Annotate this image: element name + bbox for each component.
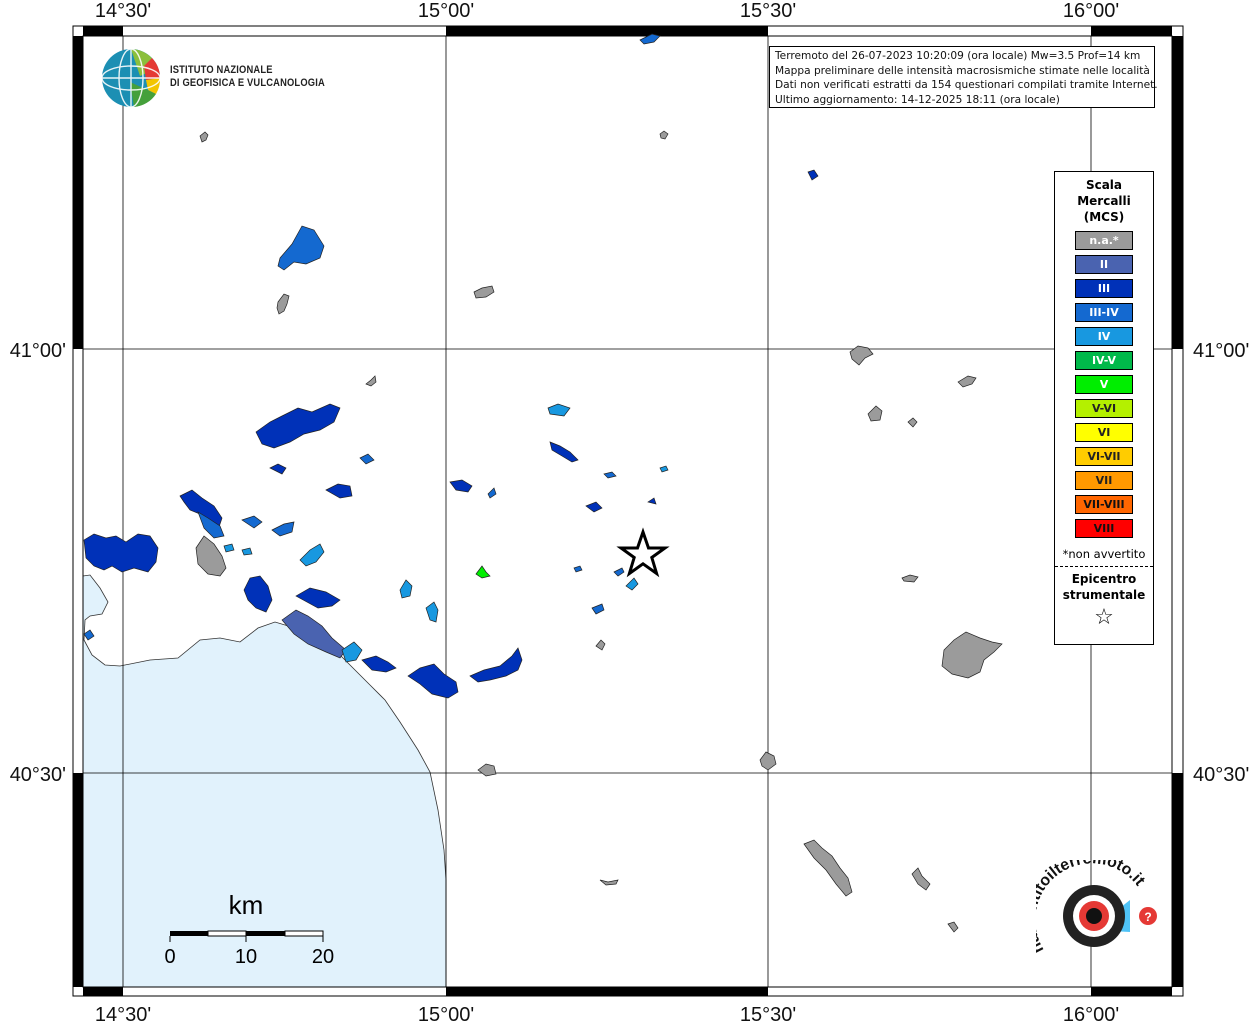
legend-item: n.a.*: [1075, 231, 1133, 250]
right-label-2: 40°30': [1193, 764, 1249, 786]
legend-item: III: [1075, 279, 1133, 298]
top-label-3: 15°30': [740, 0, 796, 22]
legend-note: *non avvertito: [1062, 547, 1146, 561]
star-icon: ☆: [1094, 605, 1114, 630]
scale-tick-0: 0: [164, 946, 175, 968]
top-label-4: 16°00': [1063, 0, 1119, 22]
legend-item: IV: [1075, 327, 1133, 346]
bottom-label-1: 14°30': [95, 1004, 151, 1024]
ingv-logo-text: ISTITUTO NAZIONALE DI GEOFISICA E VULCAN…: [170, 64, 325, 90]
legend-item: VII: [1075, 471, 1133, 490]
top-label-1: 14°30': [95, 0, 151, 22]
scale-tick-20: 20: [312, 946, 334, 968]
right-label-1: 41°00': [1193, 340, 1249, 362]
svg-text:?: ?: [1144, 910, 1151, 924]
legend-item: VII-VIII: [1075, 495, 1133, 514]
scale-tick-10: 10: [235, 946, 257, 968]
legend-item: III-IV: [1075, 303, 1133, 322]
ingv-logo-line-1: ISTITUTO NAZIONALE: [170, 64, 273, 76]
intensity-legend: Scala Mercalli (MCS) n.a.* II III III-IV IV I…: [1054, 171, 1154, 645]
legend-item: II: [1075, 255, 1133, 274]
bottom-label-2: 15°00': [418, 1004, 474, 1024]
ingv-logo-line-2: DI GEOFISICA E VULCANOLOGIA: [170, 77, 325, 89]
scale-unit: km: [229, 890, 264, 920]
legend-items: n.a.* II III III-IV IV IV-V V V-VI VI VI-VII VII VI…: [1055, 231, 1153, 538]
event-info-box: Terremoto del 26-07-2023 10:20:09 (ora l…: [769, 46, 1158, 108]
bottom-label-4: 16°00': [1063, 1004, 1119, 1024]
info-line-1: Terremoto del 26-07-2023 10:20:09 (ora l…: [775, 50, 1141, 62]
legend-item: IV-V: [1075, 351, 1133, 370]
legend-item: V-VI: [1075, 399, 1133, 418]
info-line-3: Dati non verificati estratti da 154 ques…: [775, 79, 1158, 92]
legend-item: VIII: [1075, 519, 1133, 538]
legend-title: Scala Mercalli (MCS): [1055, 177, 1153, 225]
legend-item: VI: [1075, 423, 1133, 442]
left-label-1: 41°00': [10, 340, 66, 362]
left-label-2: 40°30': [10, 764, 66, 786]
legend-item: V: [1075, 375, 1133, 394]
legend-item: VI-VII: [1075, 447, 1133, 466]
top-label-2: 15°00': [418, 0, 474, 22]
ingv-globe-icon: [101, 48, 161, 108]
legend-separator: [1055, 566, 1153, 567]
legend-title-line-2: Mercalli: [1077, 194, 1131, 208]
legend-epicenter-line-1: Epicentro: [1071, 572, 1137, 586]
info-line-4: Ultimo aggiornamento: 14-12-2025 18:11 (…: [775, 93, 1060, 106]
legend-title-line-1: Scala: [1085, 178, 1123, 192]
legend-epicenter-label: Epicentro strumentale: [1055, 571, 1153, 603]
info-line-2: Mappa preliminare delle intensità macros…: [775, 64, 1150, 77]
place-iii: [83, 533, 159, 573]
hai-sentito-logo-icon: ? haisentitoilterremoto.it www.: [1036, 860, 1157, 956]
legend-epicenter-line-2: strumentale: [1062, 588, 1146, 602]
legend-title-line-3: (MCS): [1083, 210, 1125, 224]
bottom-label-3: 15°30': [740, 1004, 796, 1024]
